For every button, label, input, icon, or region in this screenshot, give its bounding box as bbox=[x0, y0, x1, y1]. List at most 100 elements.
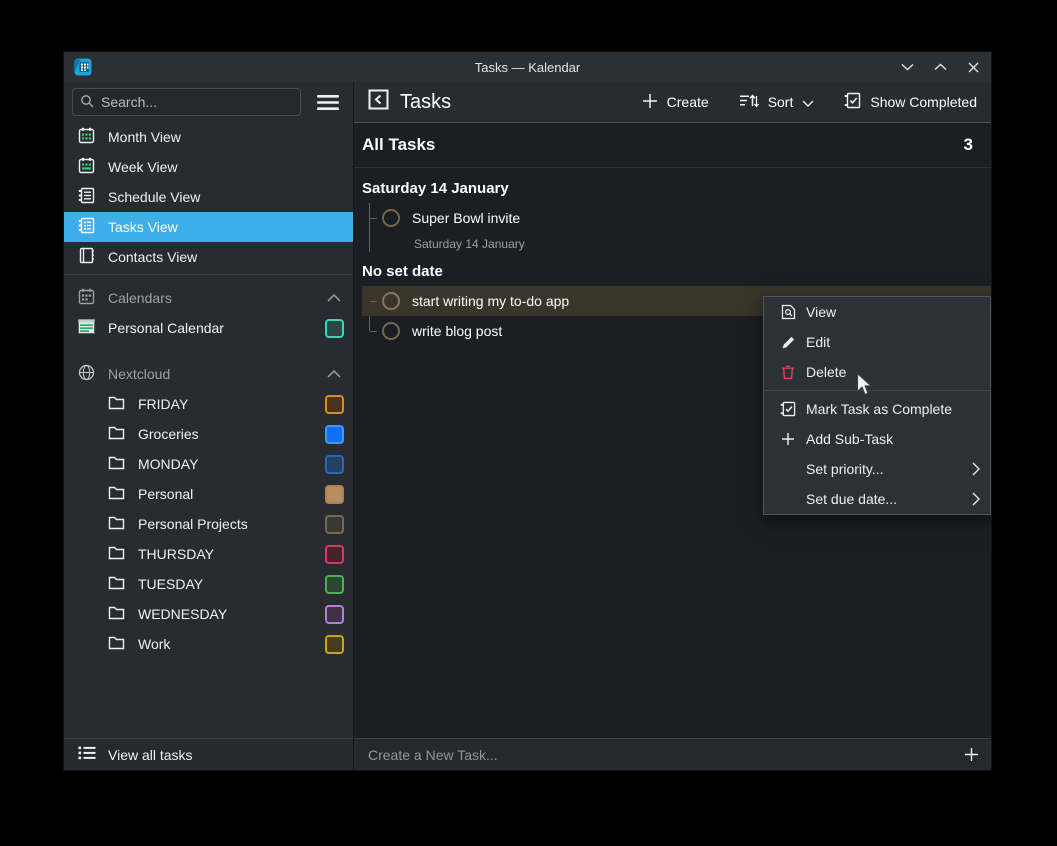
hamburger-menu-icon[interactable] bbox=[311, 88, 345, 116]
calendar-item-groceries[interactable]: Groceries bbox=[64, 419, 353, 449]
search-input[interactable] bbox=[72, 88, 301, 116]
menu-separator bbox=[764, 390, 990, 391]
chevron-up-icon[interactable] bbox=[327, 370, 341, 378]
calendar-label: MONDAY bbox=[138, 456, 198, 472]
personal-calendar-icon bbox=[78, 319, 95, 337]
sidebar-item-month-view[interactable]: Month View bbox=[64, 122, 353, 152]
tree-tick bbox=[370, 301, 377, 302]
chevron-down-icon bbox=[802, 94, 814, 110]
calendar-color-swatch[interactable] bbox=[325, 485, 344, 504]
tasks-page-icon bbox=[368, 89, 389, 115]
maximize-button[interactable] bbox=[932, 59, 948, 75]
folder-icon bbox=[108, 605, 125, 623]
calendar-month-icon bbox=[78, 127, 95, 147]
calendar-item-monday[interactable]: MONDAY bbox=[64, 449, 353, 479]
menu-item-set-priority[interactable]: Set priority... bbox=[764, 454, 990, 484]
new-task-input[interactable] bbox=[366, 746, 964, 764]
task-checkbox[interactable] bbox=[382, 322, 400, 340]
task-checkbox[interactable] bbox=[382, 292, 400, 310]
tasks-icon bbox=[78, 217, 95, 237]
context-menu: View Edit Delete Mark Task as Complete bbox=[763, 296, 991, 515]
calendar-item-work[interactable]: Work bbox=[64, 629, 353, 659]
folder-icon bbox=[108, 425, 125, 443]
show-completed-button[interactable]: Show Completed bbox=[844, 92, 977, 112]
calendar-color-swatch[interactable] bbox=[325, 455, 344, 474]
calendar-label: Personal Calendar bbox=[108, 320, 224, 336]
chevron-up-icon[interactable] bbox=[327, 294, 341, 302]
delete-icon bbox=[780, 364, 796, 380]
sidebar-item-label: Week View bbox=[108, 159, 178, 175]
calendar-label: WEDNESDAY bbox=[138, 606, 227, 622]
sidebar-separator bbox=[64, 274, 353, 275]
menu-item-mark-complete[interactable]: Mark Task as Complete bbox=[764, 394, 990, 424]
calendars-section-header[interactable]: Calendars bbox=[64, 283, 353, 313]
show-completed-icon bbox=[844, 92, 861, 112]
calendar-item-tuesday[interactable]: TUESDAY bbox=[64, 569, 353, 599]
titlebar[interactable]: Tasks — Kalendar bbox=[64, 52, 991, 82]
folder-icon bbox=[108, 455, 125, 473]
sort-icon bbox=[739, 93, 759, 112]
sidebar-item-contacts-view[interactable]: Contacts View bbox=[64, 242, 353, 272]
section-label: Calendars bbox=[108, 290, 172, 306]
calendar-item-personal-projects[interactable]: Personal Projects bbox=[64, 509, 353, 539]
menu-item-view[interactable]: View bbox=[764, 297, 990, 327]
main-toolbar: Tasks Create Sort bbox=[354, 82, 991, 123]
calendar-item-personal-calendar[interactable]: Personal Calendar bbox=[64, 313, 353, 343]
view-all-tasks-label: View all tasks bbox=[108, 747, 193, 763]
calendar-label: Work bbox=[138, 636, 170, 652]
task-count-badge: 3 bbox=[964, 135, 973, 155]
mark-complete-icon bbox=[780, 401, 796, 417]
calendar-color-swatch[interactable] bbox=[325, 515, 344, 534]
nextcloud-section-header[interactable]: Nextcloud bbox=[64, 359, 353, 389]
menu-item-add-subtask[interactable]: Add Sub-Task bbox=[764, 424, 990, 454]
tree-tick bbox=[370, 218, 377, 219]
calendar-label: TUESDAY bbox=[138, 576, 203, 592]
plus-icon bbox=[780, 431, 796, 447]
close-button[interactable] bbox=[965, 59, 981, 75]
sidebar-item-schedule-view[interactable]: Schedule View bbox=[64, 182, 353, 212]
section-label: Nextcloud bbox=[108, 366, 170, 382]
calendar-color-swatch[interactable] bbox=[325, 635, 344, 654]
task-row[interactable]: Super Bowl invite bbox=[362, 203, 991, 233]
submenu-chevron-right-icon bbox=[972, 492, 980, 506]
menu-item-set-due-date[interactable]: Set due date... bbox=[764, 484, 990, 514]
sidebar-item-label: Tasks View bbox=[108, 219, 178, 235]
calendar-item-wednesday[interactable]: WEDNESDAY bbox=[64, 599, 353, 629]
plus-icon bbox=[642, 93, 658, 112]
calendar-label: Personal bbox=[138, 486, 193, 502]
task-group: Saturday 14 January Super Bowl invite Sa… bbox=[354, 172, 991, 255]
folder-icon bbox=[108, 485, 125, 503]
group-heading: Saturday 14 January bbox=[354, 172, 991, 203]
calendar-item-friday[interactable]: FRIDAY bbox=[64, 389, 353, 419]
sort-button[interactable]: Sort bbox=[739, 93, 815, 112]
minimize-button[interactable] bbox=[899, 59, 915, 75]
view-all-tasks-button[interactable]: View all tasks bbox=[64, 738, 353, 770]
calendar-color-swatch[interactable] bbox=[325, 575, 344, 594]
view-icon bbox=[780, 304, 796, 320]
menu-item-edit[interactable]: Edit bbox=[764, 327, 990, 357]
calendar-label: FRIDAY bbox=[138, 396, 188, 412]
calendar-color-swatch[interactable] bbox=[325, 395, 344, 414]
calendar-color-swatch[interactable] bbox=[325, 605, 344, 624]
calendar-color-swatch[interactable] bbox=[325, 319, 344, 338]
edit-icon bbox=[780, 334, 796, 350]
list-header: All Tasks 3 bbox=[354, 123, 991, 168]
task-checkbox[interactable] bbox=[382, 209, 400, 227]
add-task-icon[interactable] bbox=[964, 747, 979, 762]
menu-item-delete[interactable]: Delete bbox=[764, 357, 990, 387]
task-subtitle: Saturday 14 January bbox=[362, 233, 991, 255]
sidebar-item-tasks-view[interactable]: Tasks View bbox=[64, 212, 353, 242]
schedule-icon bbox=[78, 187, 95, 207]
calendar-color-swatch[interactable] bbox=[325, 545, 344, 564]
task-title: write blog post bbox=[412, 323, 502, 339]
calendar-item-thursday[interactable]: THURSDAY bbox=[64, 539, 353, 569]
create-button[interactable]: Create bbox=[642, 93, 709, 112]
window-title: Tasks — Kalendar bbox=[64, 60, 991, 75]
sidebar-item-week-view[interactable]: Week View bbox=[64, 152, 353, 182]
group-heading: No set date bbox=[354, 255, 991, 286]
calendar-item-personal[interactable]: Personal bbox=[64, 479, 353, 509]
calendar-color-swatch[interactable] bbox=[325, 425, 344, 444]
contacts-icon bbox=[78, 247, 95, 267]
sidebar-item-label: Month View bbox=[108, 129, 181, 145]
folder-icon bbox=[108, 395, 125, 413]
